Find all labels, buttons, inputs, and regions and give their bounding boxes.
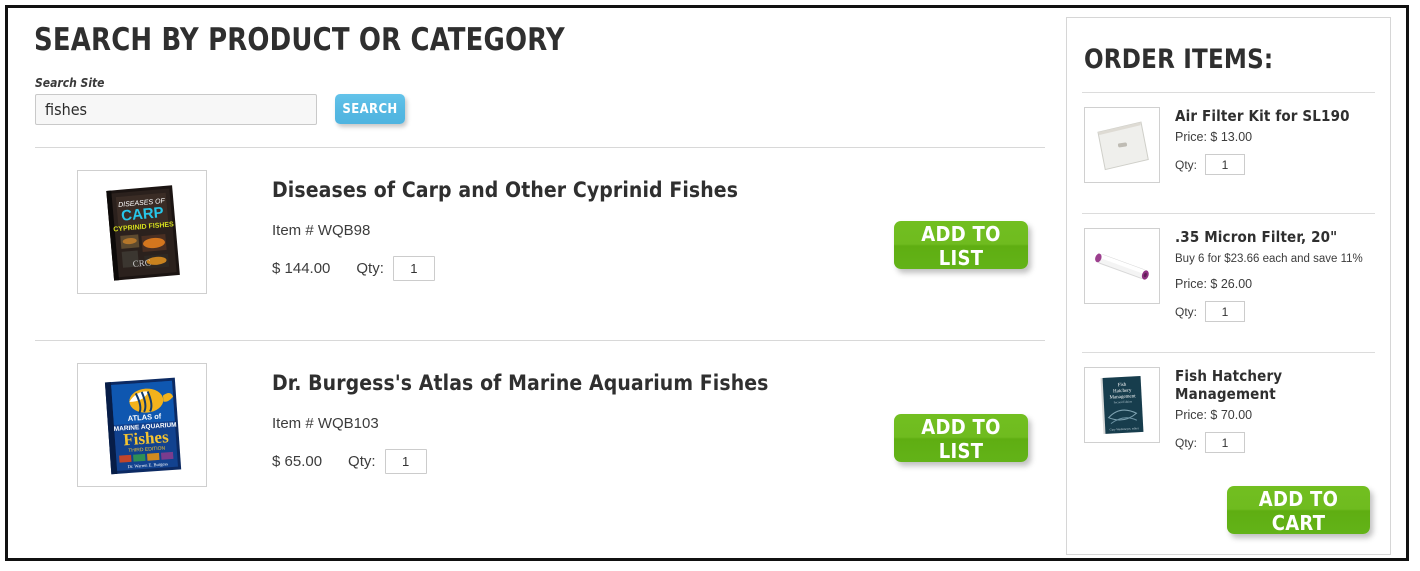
qty-input[interactable] xyxy=(384,449,427,474)
search-panel: Search by Product or Category Search Sit… xyxy=(30,22,1050,511)
order-item-info: Air Filter Kit for SL190 Price: $ 13.00 … xyxy=(1175,107,1376,175)
product-price: $ 65.00 xyxy=(272,453,323,470)
product-title: Dr. Burgess's Atlas of Marine Aquarium F… xyxy=(272,371,769,395)
order-item-name: Air Filter Kit for SL190 xyxy=(1175,107,1350,125)
product-thumbnail[interactable]: DISEASES OF CARP CYPRINID FISHES CRC xyxy=(77,170,207,294)
book-cover-diseases-of-carp-icon: DISEASES OF CARP CYPRINID FISHES CRC xyxy=(106,185,180,281)
book-cover-fish-hatchery-management-icon: Fish Hatchery Management Second Edition … xyxy=(1100,375,1144,435)
search-input[interactable] xyxy=(35,94,317,125)
order-item-promo: Buy 6 for $23.66 each and save 11% xyxy=(1175,253,1363,265)
order-item: .35 Micron Filter, 20" Buy 6 for $23.66 … xyxy=(1081,214,1376,335)
order-item-name: .35 Micron Filter, 20" xyxy=(1175,228,1338,246)
product-thumbnail[interactable]: ATLAS of MARINE AQUARIUM Fishes THIRD ED… xyxy=(77,363,207,487)
order-items-panel: Order Items: Air Filter Kit for SL190 Pr… xyxy=(1066,17,1391,555)
order-item-price: Price: $ 13.00 xyxy=(1175,130,1253,144)
search-row: Search xyxy=(35,94,1050,125)
svg-text:Fish: Fish xyxy=(1118,383,1127,388)
qty-label: Qty: xyxy=(1175,157,1198,172)
search-field-label: Search Site xyxy=(35,76,105,90)
book-cover-atlas-of-marine-aquarium-fishes-icon: ATLAS of MARINE AQUARIUM Fishes THIRD ED… xyxy=(104,377,182,475)
qty-input[interactable] xyxy=(1205,301,1246,322)
qty-label: Qty: xyxy=(1175,304,1198,319)
qty-input[interactable] xyxy=(392,256,435,281)
order-item-qty-row: Qty: xyxy=(1175,154,1376,175)
order-item: Air Filter Kit for SL190 Price: $ 13.00 … xyxy=(1081,93,1376,196)
order-item-thumbnail[interactable] xyxy=(1084,107,1160,183)
qty-input[interactable] xyxy=(1205,154,1246,175)
qty-input[interactable] xyxy=(1205,432,1246,453)
qty-label: Qty: xyxy=(356,260,384,277)
order-item-thumbnail[interactable] xyxy=(1084,228,1160,304)
order-item-info: .35 Micron Filter, 20" Buy 6 for $23.66 … xyxy=(1175,228,1376,322)
order-items-title: Order Items: xyxy=(1084,44,1274,75)
svg-text:Hatchery: Hatchery xyxy=(1113,388,1132,394)
add-to-list-button[interactable]: Add to List xyxy=(894,221,1028,270)
order-item-qty-row: Qty: xyxy=(1175,432,1376,453)
add-to-cart-button[interactable]: Add to Cart xyxy=(1227,486,1370,535)
svg-text:CRC: CRC xyxy=(132,257,151,269)
order-item-thumbnail[interactable]: Fish Hatchery Management Second Edition … xyxy=(1084,367,1160,443)
order-item-info: Fish Hatchery Management Price: $ 70.00 … xyxy=(1175,367,1376,453)
add-to-cart-row: Add to Cart xyxy=(1081,466,1376,538)
product-title: Diseases of Carp and Other Cyprinid Fish… xyxy=(272,178,739,202)
result-row: DISEASES OF CARP CYPRINID FISHES CRC Dis… xyxy=(30,148,1050,318)
order-item-price: Price: $ 70.00 xyxy=(1175,408,1253,422)
order-item-name: Fish Hatchery Management xyxy=(1175,367,1283,403)
order-item-price: Price: $ 26.00 xyxy=(1175,277,1253,291)
search-button[interactable]: Search xyxy=(335,94,405,124)
micron-filter-cartridge-icon xyxy=(1095,253,1149,280)
qty-label: Qty: xyxy=(1175,435,1198,450)
page-title: Search by Product or Category xyxy=(34,22,565,58)
product-price: $ 144.00 xyxy=(272,260,331,277)
page-frame: Search by Product or Category Search Sit… xyxy=(5,5,1409,561)
qty-label: Qty: xyxy=(348,453,376,470)
add-to-list-button[interactable]: Add to List xyxy=(894,414,1028,463)
result-row: ATLAS of MARINE AQUARIUM Fishes THIRD ED… xyxy=(30,341,1050,511)
air-filter-pad-icon xyxy=(1097,121,1149,171)
order-item: Fish Hatchery Management Second Edition … xyxy=(1081,353,1376,466)
order-item-qty-row: Qty: xyxy=(1175,301,1376,322)
